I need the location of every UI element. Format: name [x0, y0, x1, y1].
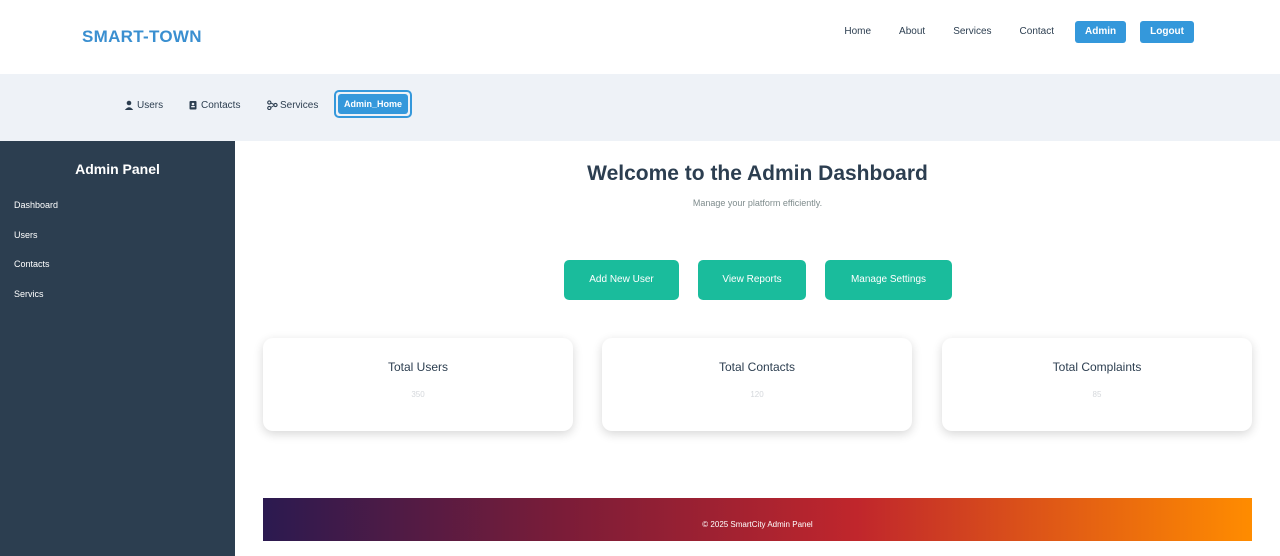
stat-card-title: Total Complaints — [1052, 360, 1142, 374]
add-new-user-button[interactable]: Add New User — [564, 260, 679, 300]
subnav-users-link[interactable]: Users — [123, 98, 163, 112]
sidebar: Admin Panel Dashboard Users Contacts Ser… — [0, 141, 235, 556]
stat-card-users: Total Users 350 — [263, 338, 573, 431]
nav-contact-link[interactable]: Contact — [1020, 20, 1054, 43]
action-buttons: Add New User View Reports Manage Setting… — [564, 260, 952, 300]
nav-home-link[interactable]: Home — [844, 20, 871, 43]
nav-about-link[interactable]: About — [899, 20, 925, 43]
stat-card-value: 350 — [411, 390, 425, 399]
top-navbar: SMART-TOWN Home About Services Contact A… — [0, 0, 1280, 74]
user-icon — [123, 99, 135, 111]
footer-copyright: © 2025 SmartCity Admin Panel — [702, 520, 813, 529]
subnav-admin-home-tab[interactable]: Admin_Home — [334, 90, 412, 118]
sidebar-item-contacts[interactable]: Contacts — [14, 259, 50, 269]
sidebar-item-users[interactable]: Users — [14, 230, 38, 240]
page-title: Welcome to the Admin Dashboard — [587, 162, 928, 185]
address-book-icon — [187, 99, 199, 111]
subnav-services-link[interactable]: Services — [266, 98, 318, 112]
sidebar-item-dashboard[interactable]: Dashboard — [14, 200, 58, 210]
network-icon — [266, 99, 278, 111]
sidebar-title: Admin Panel — [75, 161, 160, 177]
view-reports-button[interactable]: View Reports — [698, 260, 806, 300]
subnav-contacts-label: Contacts — [201, 99, 241, 111]
nav-services-link[interactable]: Services — [953, 20, 991, 43]
manage-settings-button[interactable]: Manage Settings — [825, 260, 952, 300]
stat-card-contacts: Total Contacts 120 — [602, 338, 912, 431]
admin-button[interactable]: Admin — [1075, 20, 1127, 43]
sub-navbar: Users Contacts Services Admin_Home — [0, 74, 1280, 141]
stat-card-title: Total Users — [387, 360, 449, 374]
subnav-contacts-link[interactable]: Contacts — [187, 98, 240, 112]
subnav-admin-home-label: Admin_Home — [338, 94, 408, 114]
footer: © 2025 SmartCity Admin Panel — [263, 498, 1252, 541]
brand-logo[interactable]: SMART-TOWN — [82, 27, 202, 47]
sidebar-item-services[interactable]: Servics — [14, 289, 44, 299]
logout-button[interactable]: Logout — [1140, 20, 1194, 43]
subnav-users-label: Users — [137, 99, 164, 111]
subnav-services-label: Services — [280, 99, 319, 111]
page-subtitle: Manage your platform efficiently. — [692, 198, 823, 208]
stat-card-value: 85 — [1092, 390, 1102, 399]
stat-card-complaints: Total Complaints 85 — [942, 338, 1252, 431]
stat-card-value: 120 — [750, 390, 764, 399]
stat-card-title: Total Contacts — [718, 360, 796, 374]
top-nav-links: Home About Services Contact Admin Logout — [844, 20, 1194, 43]
